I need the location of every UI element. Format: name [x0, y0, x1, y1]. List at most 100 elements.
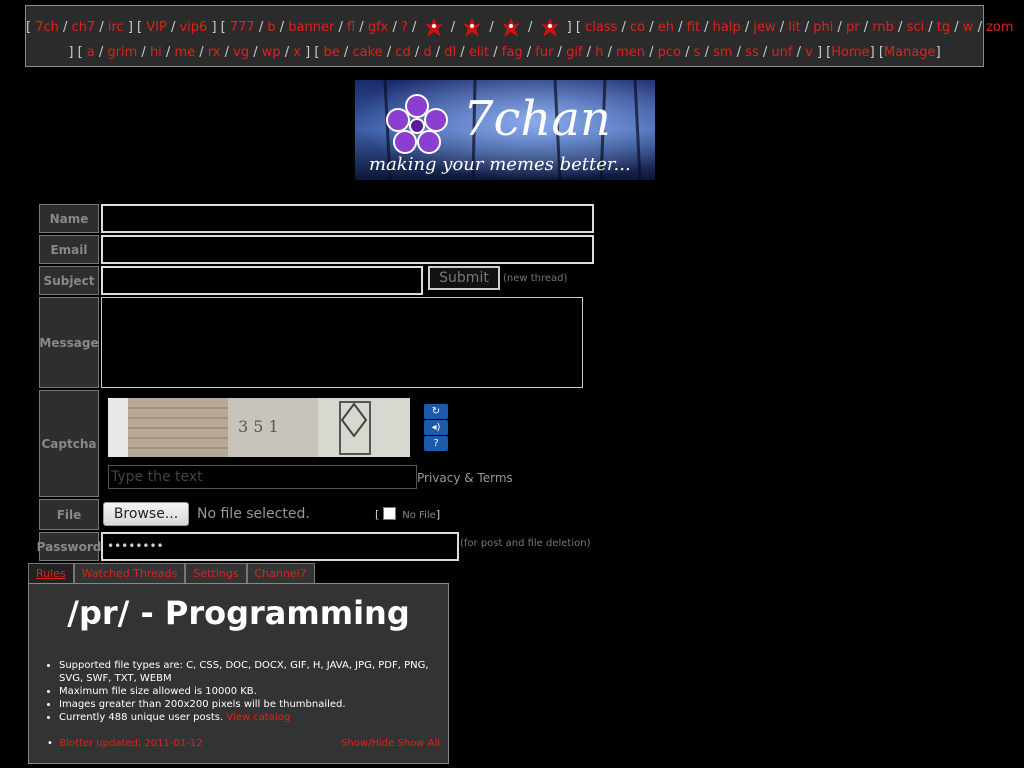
list-item: Maximum file size allowed is 10000 KB. — [59, 685, 444, 698]
board-title: /pr/ - Programming — [67, 594, 410, 632]
nav-link-irc[interactable]: irc — [108, 20, 124, 35]
site-banner[interactable]: 7chan making your memes better... — [355, 80, 655, 180]
nav-link-eh[interactable]: eh — [658, 20, 674, 35]
nav-link-men[interactable]: men — [616, 45, 645, 60]
submit-button[interactable]: Submit — [428, 266, 500, 290]
show-hide-link[interactable]: Show/Hide — [341, 738, 394, 749]
help-icon[interactable]: ? — [424, 436, 448, 451]
nav-link-gfx[interactable]: gfx — [368, 20, 389, 35]
name-field[interactable] — [101, 204, 594, 233]
nav-link-lit[interactable]: lit — [788, 20, 800, 35]
captcha-label: Captcha — [39, 390, 99, 497]
password-field[interactable]: •••••••• — [101, 532, 459, 561]
no-file-checkbox[interactable] — [383, 507, 397, 520]
list-item: Supported file types are: C, CSS, DOC, D… — [59, 659, 444, 685]
blotter-updated-link[interactable]: Blotter updated: 2011-01-12 — [59, 738, 202, 749]
banner-slogan: making your memes better... — [369, 154, 631, 175]
nav-link-manage[interactable]: Manage — [884, 45, 936, 60]
nav-link-pco[interactable]: pco — [658, 45, 681, 60]
captcha-image: 3 5 1 — [108, 398, 410, 457]
red-mascot-icon[interactable] — [421, 17, 447, 39]
nav-link-rnb[interactable]: rnb — [872, 20, 894, 35]
tab-watched-threads[interactable]: Watched Threads — [73, 563, 186, 583]
nav-link-sm[interactable]: sm — [713, 45, 732, 60]
nav-link-b[interactable]: b — [267, 20, 275, 35]
nav-link-gif[interactable]: gif — [566, 45, 582, 60]
nav-link-class[interactable]: class — [585, 20, 617, 35]
nav-link-pr[interactable]: pr — [846, 20, 860, 35]
nav-link-dl[interactable]: dl — [444, 45, 456, 60]
message-label: Message — [39, 297, 99, 388]
nav-link-v[interactable]: v — [805, 45, 813, 60]
nav-link-grim[interactable]: grim — [107, 45, 137, 60]
nav-link-phi[interactable]: phi — [813, 20, 833, 35]
nav-link-fur[interactable]: fur — [535, 45, 553, 60]
show-all-link[interactable]: Show All — [397, 738, 440, 749]
subject-field[interactable] — [101, 266, 423, 295]
nav-link-banner[interactable]: banner — [288, 20, 334, 35]
board-navbar: [ 7ch / ch7 / irc ] [ VIP / vip6 ] [ 777… — [25, 5, 1014, 67]
nav-link-a[interactable]: a — [87, 45, 95, 60]
privacy-terms-link[interactable]: Privacy & Terms — [417, 471, 513, 485]
nav-link-rx[interactable]: rx — [208, 45, 221, 60]
nav-link-zom[interactable]: zom — [986, 20, 1013, 35]
nav-link-be[interactable]: be — [324, 45, 340, 60]
view-catalog-link[interactable]: View catalog — [226, 712, 290, 723]
nav-link-vip6[interactable]: vip6 — [179, 20, 207, 35]
file-label: File — [39, 499, 99, 530]
nav-link-fl[interactable]: fl — [347, 20, 355, 35]
nav-link-question[interactable]: ? — [401, 20, 408, 35]
nav-link-co[interactable]: co — [630, 20, 645, 35]
nav-link-home[interactable]: Home — [831, 45, 869, 60]
nav-link-elit[interactable]: elit — [469, 45, 489, 60]
no-file-label: No File — [402, 510, 436, 521]
info-tabs: Rules Watched Threads Settings Channel7 — [28, 563, 315, 583]
nav-row-1: [ 7ch / ch7 / irc ] [ VIP / vip6 ] [ 777… — [26, 15, 1014, 40]
no-file-selected-text: No file selected. — [197, 506, 310, 522]
nav-link-777[interactable]: 777 — [230, 20, 255, 35]
banner-title: 7chan — [463, 91, 611, 147]
red-mascot-icon[interactable] — [537, 17, 563, 39]
tab-rules[interactable]: Rules — [28, 563, 74, 583]
tab-settings[interactable]: Settings — [185, 563, 247, 583]
captcha-input[interactable]: Type the text — [108, 465, 417, 489]
password-note: (for post and file deletion) — [460, 538, 591, 549]
nav-link-cd[interactable]: cd — [395, 45, 410, 60]
nav-link-w[interactable]: w — [963, 20, 974, 35]
nav-link-hi[interactable]: hi — [150, 45, 162, 60]
red-mascot-icon[interactable] — [459, 17, 485, 39]
nav-link-vip[interactable]: VIP — [146, 20, 167, 35]
nav-link-7ch[interactable]: 7ch — [35, 20, 59, 35]
reload-icon[interactable]: ↻ — [424, 404, 448, 419]
nav-link-fag[interactable]: fag — [502, 45, 523, 60]
nav-link-halp[interactable]: halp — [713, 20, 741, 35]
nav-link-d[interactable]: d — [423, 45, 431, 60]
rules-panel: /pr/ - Programming Supported file types … — [28, 583, 449, 764]
nav-link-tg[interactable]: tg — [937, 20, 950, 35]
nav-link-vg[interactable]: vg — [233, 45, 249, 60]
no-file-option: [No File] — [375, 507, 441, 521]
browse-button[interactable]: Browse... — [103, 502, 189, 526]
nav-link-ch7[interactable]: ch7 — [72, 20, 96, 35]
password-label: Password — [37, 532, 101, 561]
nav-link-wp[interactable]: wp — [262, 45, 281, 60]
email-field[interactable] — [101, 235, 594, 264]
nav-row-2: ] [ a / grim / hi / me / rx / vg / wp / … — [68, 45, 941, 60]
svg-text:3 5 1: 3 5 1 — [238, 417, 279, 436]
nav-link-unf[interactable]: unf — [771, 45, 792, 60]
subject-label: Subject — [39, 266, 99, 295]
blotter-text: • Blotter updated: 2011-01-12 — [47, 738, 203, 749]
red-mascot-icon[interactable] — [498, 17, 524, 39]
nav-link-cake[interactable]: cake — [352, 45, 382, 60]
audio-icon[interactable]: ◂) — [424, 420, 448, 435]
nav-link-me[interactable]: me — [174, 45, 195, 60]
nav-link-fit[interactable]: fit — [687, 20, 700, 35]
nav-link-sci[interactable]: sci — [907, 20, 925, 35]
message-textarea[interactable] — [101, 297, 583, 388]
nav-link-x[interactable]: x — [293, 45, 301, 60]
email-label: Email — [39, 235, 99, 264]
nav-link-jew[interactable]: jew — [753, 20, 775, 35]
nav-link-ss[interactable]: ss — [745, 45, 759, 60]
tab-channel7[interactable]: Channel7 — [246, 563, 315, 583]
rules-list: Supported file types are: C, CSS, DOC, D… — [47, 659, 444, 724]
